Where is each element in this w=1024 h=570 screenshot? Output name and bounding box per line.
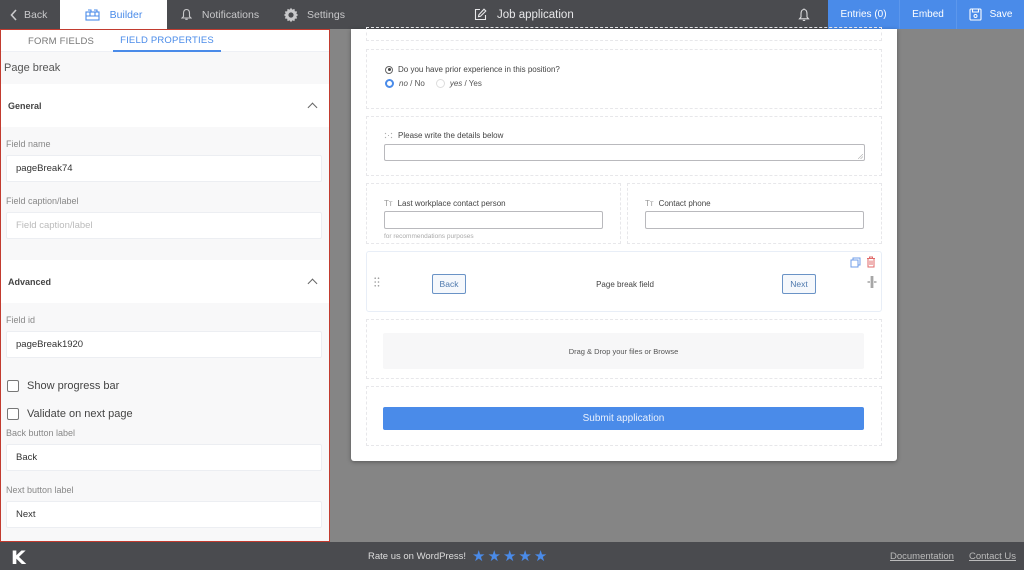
documentation-link[interactable]: Documentation [890, 542, 954, 570]
back-label-input[interactable]: Back [6, 444, 322, 471]
page-break-next-button[interactable]: Next [782, 274, 816, 294]
question-label: Do you have prior experience in this pos… [398, 65, 560, 74]
field-name-input[interactable]: pageBreak74 [6, 155, 322, 182]
submit-button[interactable]: Submit application [383, 407, 864, 430]
section-advanced-title: Advanced [8, 276, 52, 287]
radio-button[interactable] [435, 79, 445, 88]
text-field-icon: Tт [645, 199, 654, 208]
column-resize-icon[interactable] [867, 276, 877, 288]
section-general-header[interactable]: General [1, 84, 329, 127]
tab-notifications[interactable]: Notifications [167, 0, 273, 29]
radio-question-block[interactable]: Do you have prior experience in this pos… [366, 49, 882, 109]
tab-field-properties[interactable]: FIELD PROPERTIES [113, 30, 221, 52]
notifications-label: Notifications [201, 8, 260, 21]
gear-icon [283, 7, 299, 22]
star-icon[interactable]: ★ [503, 547, 516, 565]
show-progress-checkbox[interactable]: Show progress bar [1, 379, 329, 393]
form-title[interactable]: Job application [474, 0, 574, 29]
chevron-up-icon [307, 278, 318, 288]
chevron-left-icon [10, 8, 17, 21]
star-icon[interactable]: ★ [488, 547, 501, 565]
radio-option-yes[interactable]: yes / Yes [435, 79, 482, 88]
footer: K Rate us on WordPress! ★ ★ ★ ★ ★ Docume… [0, 542, 1024, 570]
logo: K [11, 547, 26, 569]
star-icon[interactable]: ★ [472, 547, 485, 565]
file-dropzone[interactable]: Drag & Drop your files or Browse [383, 333, 864, 369]
form-title-text: Job application [497, 8, 574, 21]
trash-icon[interactable] [866, 256, 876, 268]
embed-button[interactable]: Embed [899, 0, 956, 29]
field-id-label: Field id [6, 315, 36, 325]
resize-handle-icon [858, 154, 863, 159]
textarea-block[interactable]: Please write the details below [366, 116, 882, 176]
contact-link[interactable]: Contact Us [969, 542, 1016, 570]
textarea-icon [384, 132, 393, 139]
contact-person-help: for recommendations purposes [384, 233, 474, 240]
tab-builder[interactable]: Builder [60, 0, 167, 29]
builder-label: Builder [109, 8, 143, 21]
panel-heading: Page break [4, 62, 61, 74]
alerts-button[interactable] [798, 0, 810, 29]
back-label: Back [24, 8, 48, 21]
back-label-label: Back button label [6, 428, 76, 438]
page-break-block[interactable]: Back Page break field Next [366, 251, 882, 312]
save-icon [969, 8, 982, 21]
contact-person-block[interactable]: Tт Last workplace contact person for rec… [366, 183, 621, 244]
validate-label: Validate on next page [27, 408, 133, 420]
tab-form-fields[interactable]: FORM FIELDS [28, 30, 94, 52]
edit-icon [474, 8, 487, 21]
star-icon[interactable]: ★ [518, 547, 531, 565]
chevron-up-icon [307, 102, 318, 112]
panel-tabs: FORM FIELDS FIELD PROPERTIES [1, 30, 329, 52]
next-label-input[interactable]: Next [6, 501, 322, 528]
top-bar: Back Builder Notifications Settings Job … [0, 0, 1024, 29]
next-label-label: Next button label [6, 485, 74, 495]
show-progress-label: Show progress bar [27, 380, 120, 392]
rate-text: Rate us on WordPress! [368, 550, 467, 562]
text-field-icon: Tт [384, 199, 393, 208]
caption-input[interactable]: Field caption/label [6, 212, 322, 239]
checkbox-box[interactable] [7, 408, 19, 420]
checkbox-box[interactable] [7, 380, 19, 392]
contact-phone-block[interactable]: Tт Contact phone [627, 183, 882, 244]
rate-us[interactable]: Rate us on WordPress! ★ ★ ★ ★ ★ [368, 542, 547, 570]
details-textarea[interactable] [384, 144, 865, 161]
builder-icon [85, 8, 100, 21]
save-label: Save [989, 9, 1013, 20]
field-name-label: Field name [6, 139, 51, 149]
rating-stars[interactable]: ★ ★ ★ ★ ★ [472, 547, 547, 565]
section-advanced-header[interactable]: Advanced [1, 260, 329, 303]
form-canvas: Do you have prior experience in this pos… [351, 27, 897, 461]
contact-person-input[interactable] [384, 211, 603, 229]
caption-label: Field caption/label [6, 196, 79, 206]
entries-button[interactable]: Entries (0) [828, 0, 899, 29]
form-block[interactable] [366, 27, 882, 41]
radio-field-icon [385, 65, 393, 74]
save-button[interactable]: Save [956, 0, 1024, 29]
field-id-input[interactable]: pageBreak1920 [6, 331, 322, 358]
contact-phone-label: Contact phone [658, 199, 711, 208]
details-label: Please write the details below [398, 131, 504, 140]
settings-label: Settings [307, 8, 345, 21]
field-properties-panel: FORM FIELDS FIELD PROPERTIES Page break … [0, 29, 330, 542]
bell-icon [180, 8, 192, 20]
copy-icon[interactable] [850, 257, 861, 268]
section-general-title: General [8, 100, 42, 111]
tab-settings[interactable]: Settings [273, 0, 363, 29]
contact-person-label: Last workplace contact person [397, 199, 506, 208]
star-icon[interactable]: ★ [534, 547, 547, 565]
bell-icon [798, 8, 810, 21]
contact-phone-input[interactable] [645, 211, 864, 229]
validate-next-checkbox[interactable]: Validate on next page [1, 407, 329, 421]
back-button[interactable]: Back [0, 0, 60, 29]
radio-option-no[interactable]: no / No [385, 79, 425, 88]
radio-button[interactable] [385, 79, 394, 88]
